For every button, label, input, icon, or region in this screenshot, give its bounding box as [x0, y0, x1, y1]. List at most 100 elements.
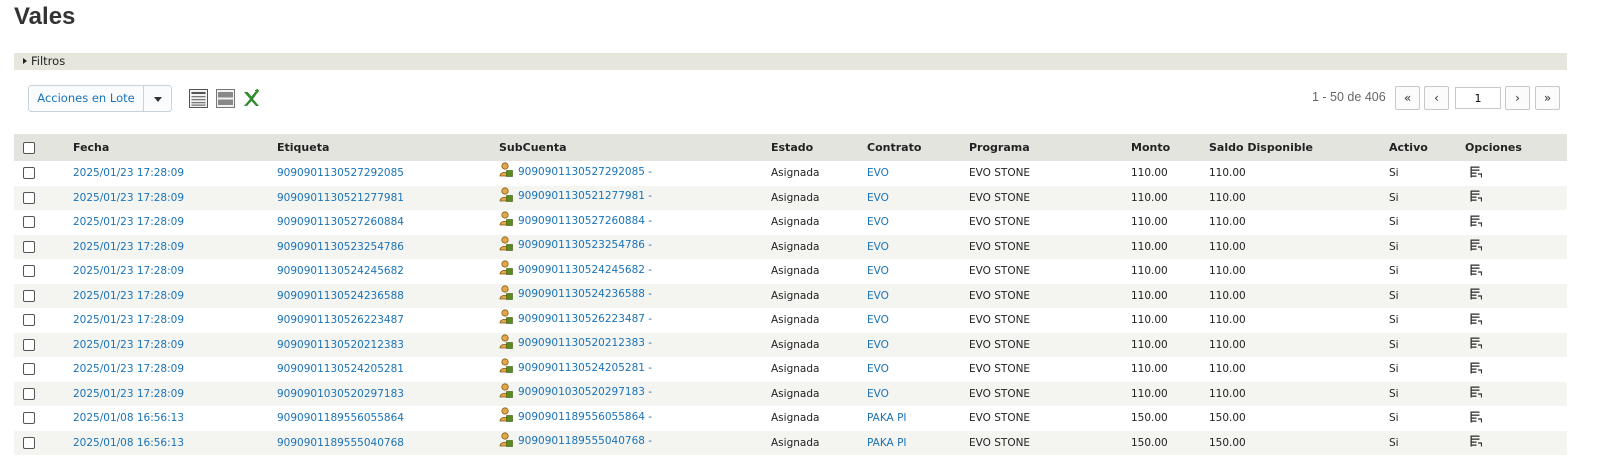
batch-actions-dropdown-button[interactable]: [144, 85, 172, 112]
column-header-etiqueta[interactable]: Etiqueta: [277, 134, 499, 161]
column-header-contrato[interactable]: Contrato: [867, 134, 969, 161]
contrato-link[interactable]: EVO: [867, 381, 969, 406]
subcuenta-link[interactable]: 9090901130526223487 -: [518, 313, 652, 325]
column-header-saldo[interactable]: Saldo Disponible: [1209, 134, 1389, 161]
column-header-activo[interactable]: Activo: [1389, 134, 1465, 161]
excel-export-icon[interactable]: [241, 89, 260, 108]
subcuenta-link[interactable]: 9090901130520212383 -: [518, 337, 652, 349]
options-menu-icon[interactable]: [1470, 215, 1483, 227]
contrato-link[interactable]: EVO: [867, 185, 969, 210]
contrato-link[interactable]: PAKA PI: [867, 406, 969, 431]
fecha-link[interactable]: 2025/01/23 17:28:09: [73, 332, 277, 357]
row-select-cell: [14, 430, 73, 455]
subcuenta-link[interactable]: 9090901130521277981 -: [518, 190, 652, 202]
fecha-link[interactable]: 2025/01/23 17:28:09: [73, 308, 277, 333]
options-menu-icon[interactable]: [1470, 411, 1483, 423]
column-header-estado[interactable]: Estado: [771, 134, 867, 161]
subcuenta-cell: 9090901130524245682 -: [499, 259, 771, 284]
subcuenta-link[interactable]: 9090901130527260884 -: [518, 215, 652, 227]
options-menu-icon[interactable]: [1470, 190, 1483, 202]
fecha-link[interactable]: 2025/01/23 17:28:09: [73, 185, 277, 210]
row-checkbox[interactable]: [23, 240, 35, 253]
first-page-button[interactable]: «: [1395, 86, 1420, 110]
filters-toggle[interactable]: Filtros: [14, 53, 1567, 70]
options-menu-icon[interactable]: [1470, 435, 1483, 447]
compact-view-icon[interactable]: [216, 89, 235, 108]
contrato-link[interactable]: EVO: [867, 283, 969, 308]
fecha-link[interactable]: 2025/01/23 17:28:09: [73, 161, 277, 186]
row-checkbox[interactable]: [23, 191, 35, 204]
list-view-icon[interactable]: [189, 89, 208, 108]
select-all-checkbox[interactable]: [23, 142, 35, 154]
subcuenta-link[interactable]: 9090901130527292085 -: [518, 166, 652, 178]
activo-cell: Si: [1389, 332, 1465, 357]
etiqueta-link[interactable]: 9090901130520212383: [277, 332, 499, 357]
contrato-link[interactable]: EVO: [867, 259, 969, 284]
subcuenta-link[interactable]: 9090901130524245682 -: [518, 264, 652, 276]
subcuenta-link[interactable]: 9090901130524205281 -: [518, 362, 652, 374]
row-checkbox[interactable]: [23, 265, 35, 278]
subcuenta-link[interactable]: 9090901030520297183 -: [518, 386, 652, 398]
etiqueta-link[interactable]: 9090901130523254786: [277, 234, 499, 259]
programa-cell: EVO STONE: [969, 332, 1131, 357]
contrato-link[interactable]: EVO: [867, 308, 969, 333]
subcuenta-link[interactable]: 9090901189556055864 -: [518, 411, 652, 423]
fecha-link[interactable]: 2025/01/23 17:28:09: [73, 357, 277, 382]
last-page-button[interactable]: »: [1535, 86, 1560, 110]
row-checkbox[interactable]: [23, 314, 35, 327]
row-checkbox[interactable]: [23, 387, 35, 400]
fecha-link[interactable]: 2025/01/23 17:28:09: [73, 283, 277, 308]
fecha-link[interactable]: 2025/01/23 17:28:09: [73, 381, 277, 406]
row-checkbox[interactable]: [23, 412, 35, 425]
subcuenta-link[interactable]: 9090901130524236588 -: [518, 288, 652, 300]
etiqueta-link[interactable]: 9090901130527260884: [277, 210, 499, 235]
etiqueta-link[interactable]: 9090901189555040768: [277, 430, 499, 455]
row-checkbox[interactable]: [23, 167, 35, 180]
prev-page-button[interactable]: ‹: [1424, 86, 1449, 110]
options-menu-icon[interactable]: [1470, 166, 1483, 178]
etiqueta-link[interactable]: 9090901130524245682: [277, 259, 499, 284]
options-menu-icon[interactable]: [1470, 386, 1483, 398]
row-checkbox[interactable]: [23, 289, 35, 302]
options-menu-icon[interactable]: [1470, 239, 1483, 251]
etiqueta-link[interactable]: 9090901130526223487: [277, 308, 499, 333]
contrato-link[interactable]: EVO: [867, 161, 969, 186]
user-icon: [499, 187, 513, 202]
options-menu-icon[interactable]: [1470, 362, 1483, 374]
row-checkbox[interactable]: [23, 363, 35, 376]
row-checkbox[interactable]: [23, 338, 35, 351]
column-header-fecha[interactable]: Fecha: [73, 134, 277, 161]
fecha-link[interactable]: 2025/01/23 17:28:09: [73, 210, 277, 235]
page-number-input[interactable]: [1455, 87, 1501, 109]
contrato-link[interactable]: PAKA PI: [867, 430, 969, 455]
contrato-link[interactable]: EVO: [867, 332, 969, 357]
etiqueta-link[interactable]: 9090901030520297183: [277, 381, 499, 406]
subcuenta-link[interactable]: 9090901130523254786 -: [518, 239, 652, 251]
options-menu-icon[interactable]: [1470, 288, 1483, 300]
options-menu-icon[interactable]: [1470, 337, 1483, 349]
options-menu-icon[interactable]: [1470, 313, 1483, 325]
user-icon: [499, 211, 513, 227]
subcuenta-link[interactable]: 9090901189555040768 -: [518, 435, 652, 447]
etiqueta-link[interactable]: 9090901189556055864: [277, 406, 499, 431]
fecha-link[interactable]: 2025/01/08 16:56:13: [73, 406, 277, 431]
etiqueta-link[interactable]: 9090901130521277981: [277, 185, 499, 210]
next-page-button[interactable]: ›: [1505, 86, 1530, 110]
contrato-link[interactable]: EVO: [867, 357, 969, 382]
etiqueta-link[interactable]: 9090901130527292085: [277, 161, 499, 186]
etiqueta-link[interactable]: 9090901130524205281: [277, 357, 499, 382]
contrato-link[interactable]: EVO: [867, 234, 969, 259]
fecha-link[interactable]: 2025/01/23 17:28:09: [73, 259, 277, 284]
column-header-subcuenta[interactable]: SubCuenta: [499, 134, 771, 161]
etiqueta-link[interactable]: 9090901130524236588: [277, 283, 499, 308]
column-header-programa[interactable]: Programa: [969, 134, 1131, 161]
contrato-link[interactable]: EVO: [867, 210, 969, 235]
row-checkbox[interactable]: [23, 436, 35, 449]
fecha-link[interactable]: 2025/01/23 17:28:09: [73, 234, 277, 259]
fecha-link[interactable]: 2025/01/08 16:56:13: [73, 430, 277, 455]
opciones-cell: [1465, 185, 1567, 210]
column-header-monto[interactable]: Monto: [1131, 134, 1209, 161]
options-menu-icon[interactable]: [1470, 264, 1483, 276]
batch-actions-button[interactable]: Acciones en Lote: [28, 85, 144, 112]
row-checkbox[interactable]: [23, 216, 35, 229]
